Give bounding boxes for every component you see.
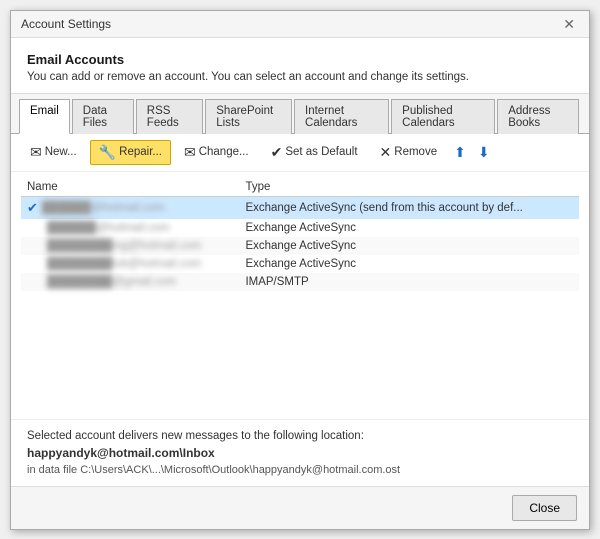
toolbar: ✉ New... 🔧 Repair... ✉ Change... ✔ Set a… bbox=[11, 134, 589, 172]
col-type-header: Type bbox=[239, 178, 579, 197]
account-settings-dialog: Account Settings ✕ Email Accounts You ca… bbox=[10, 10, 590, 530]
tab-address-books[interactable]: Address Books bbox=[497, 99, 579, 134]
change-button[interactable]: ✉ Change... bbox=[175, 140, 258, 165]
window-close-button[interactable]: ✕ bbox=[559, 17, 579, 31]
new-icon: ✉ bbox=[30, 144, 42, 161]
table-row[interactable]: ✔ ██████@hotmail.com Exchange ActiveSync (… bbox=[21, 196, 579, 219]
account-email: ████████ing@hotmail.com bbox=[47, 240, 201, 252]
default-checkmark-icon: ✔ bbox=[27, 200, 38, 216]
tab-data-files[interactable]: Data Files bbox=[72, 99, 134, 134]
data-path: in data file C:\Users\ACK\...\Microsoft\… bbox=[27, 464, 573, 476]
new-label: New... bbox=[45, 146, 77, 158]
account-name-cell: ████████lub@hotmail.com bbox=[21, 255, 239, 273]
header-section: Email Accounts You can add or remove an … bbox=[11, 38, 589, 94]
new-button[interactable]: ✉ New... bbox=[21, 140, 86, 165]
change-label: Change... bbox=[199, 146, 249, 158]
account-type-cell: Exchange ActiveSync (send from this acco… bbox=[239, 196, 579, 219]
set-default-icon: ✔ bbox=[271, 144, 283, 161]
account-email: ████████lub@hotmail.com bbox=[47, 258, 201, 270]
account-type-cell: Exchange ActiveSync bbox=[239, 219, 579, 237]
title-bar: Account Settings ✕ bbox=[11, 11, 589, 38]
section-heading: Email Accounts bbox=[27, 52, 573, 67]
table-row[interactable]: ████████@gmail.com IMAP/SMTP bbox=[21, 273, 579, 291]
tabs-row: Email Data Files RSS Feeds SharePoint Li… bbox=[11, 94, 589, 134]
account-email: ████████@gmail.com bbox=[47, 276, 176, 288]
account-type-cell: IMAP/SMTP bbox=[239, 273, 579, 291]
table-row[interactable]: ████████lub@hotmail.com Exchange ActiveSy… bbox=[21, 255, 579, 273]
move-down-button[interactable]: ⬇ bbox=[474, 142, 494, 163]
account-name-cell: ████████ing@hotmail.com bbox=[21, 237, 239, 255]
account-type-cell: Exchange ActiveSync bbox=[239, 255, 579, 273]
accounts-table: Name Type ✔ ██████@hotmail.com Exchange Ac… bbox=[21, 178, 579, 291]
tab-rss-feeds[interactable]: RSS Feeds bbox=[136, 99, 203, 134]
tab-published-calendars[interactable]: Published Calendars bbox=[391, 99, 495, 134]
account-name-cell: ████████@gmail.com bbox=[21, 273, 239, 291]
inbox-path: happyandyk@hotmail.com\Inbox bbox=[27, 446, 573, 460]
dialog-title: Account Settings bbox=[21, 17, 111, 31]
set-default-button[interactable]: ✔ Set as Default bbox=[262, 140, 367, 165]
repair-button[interactable]: 🔧 Repair... bbox=[90, 140, 171, 165]
table-row[interactable]: ██████@hotmail.com Exchange ActiveSync bbox=[21, 219, 579, 237]
remove-button[interactable]: ✕ Remove bbox=[371, 140, 447, 165]
table-row[interactable]: ████████ing@hotmail.com Exchange ActiveSy… bbox=[21, 237, 579, 255]
close-dialog-button[interactable]: Close bbox=[512, 495, 577, 521]
account-email: ██████@hotmail.com bbox=[42, 202, 165, 214]
move-up-button[interactable]: ⬆ bbox=[450, 142, 470, 163]
repair-icon: 🔧 bbox=[99, 144, 116, 161]
tab-sharepoint[interactable]: SharePoint Lists bbox=[205, 99, 292, 134]
account-type-cell: Exchange ActiveSync bbox=[239, 237, 579, 255]
account-name-cell: ✔ ██████@hotmail.com bbox=[21, 197, 239, 219]
section-description: You can add or remove an account. You ca… bbox=[27, 71, 573, 83]
remove-label: Remove bbox=[394, 146, 437, 158]
accounts-area: Name Type ✔ ██████@hotmail.com Exchange Ac… bbox=[11, 172, 589, 419]
remove-icon: ✕ bbox=[380, 144, 392, 161]
footer-description: Selected account delivers new messages t… bbox=[27, 430, 573, 442]
account-name-cell: ██████@hotmail.com bbox=[21, 219, 239, 237]
tab-internet-calendars[interactable]: Internet Calendars bbox=[294, 99, 389, 134]
repair-label: Repair... bbox=[119, 146, 162, 158]
set-default-label: Set as Default bbox=[285, 146, 357, 158]
footer-section: Selected account delivers new messages t… bbox=[11, 419, 589, 486]
tab-email[interactable]: Email bbox=[19, 99, 70, 134]
change-icon: ✉ bbox=[184, 144, 196, 161]
account-email: ██████@hotmail.com bbox=[47, 222, 170, 234]
bottom-bar: Close bbox=[11, 486, 589, 529]
col-name-header: Name bbox=[21, 178, 239, 197]
